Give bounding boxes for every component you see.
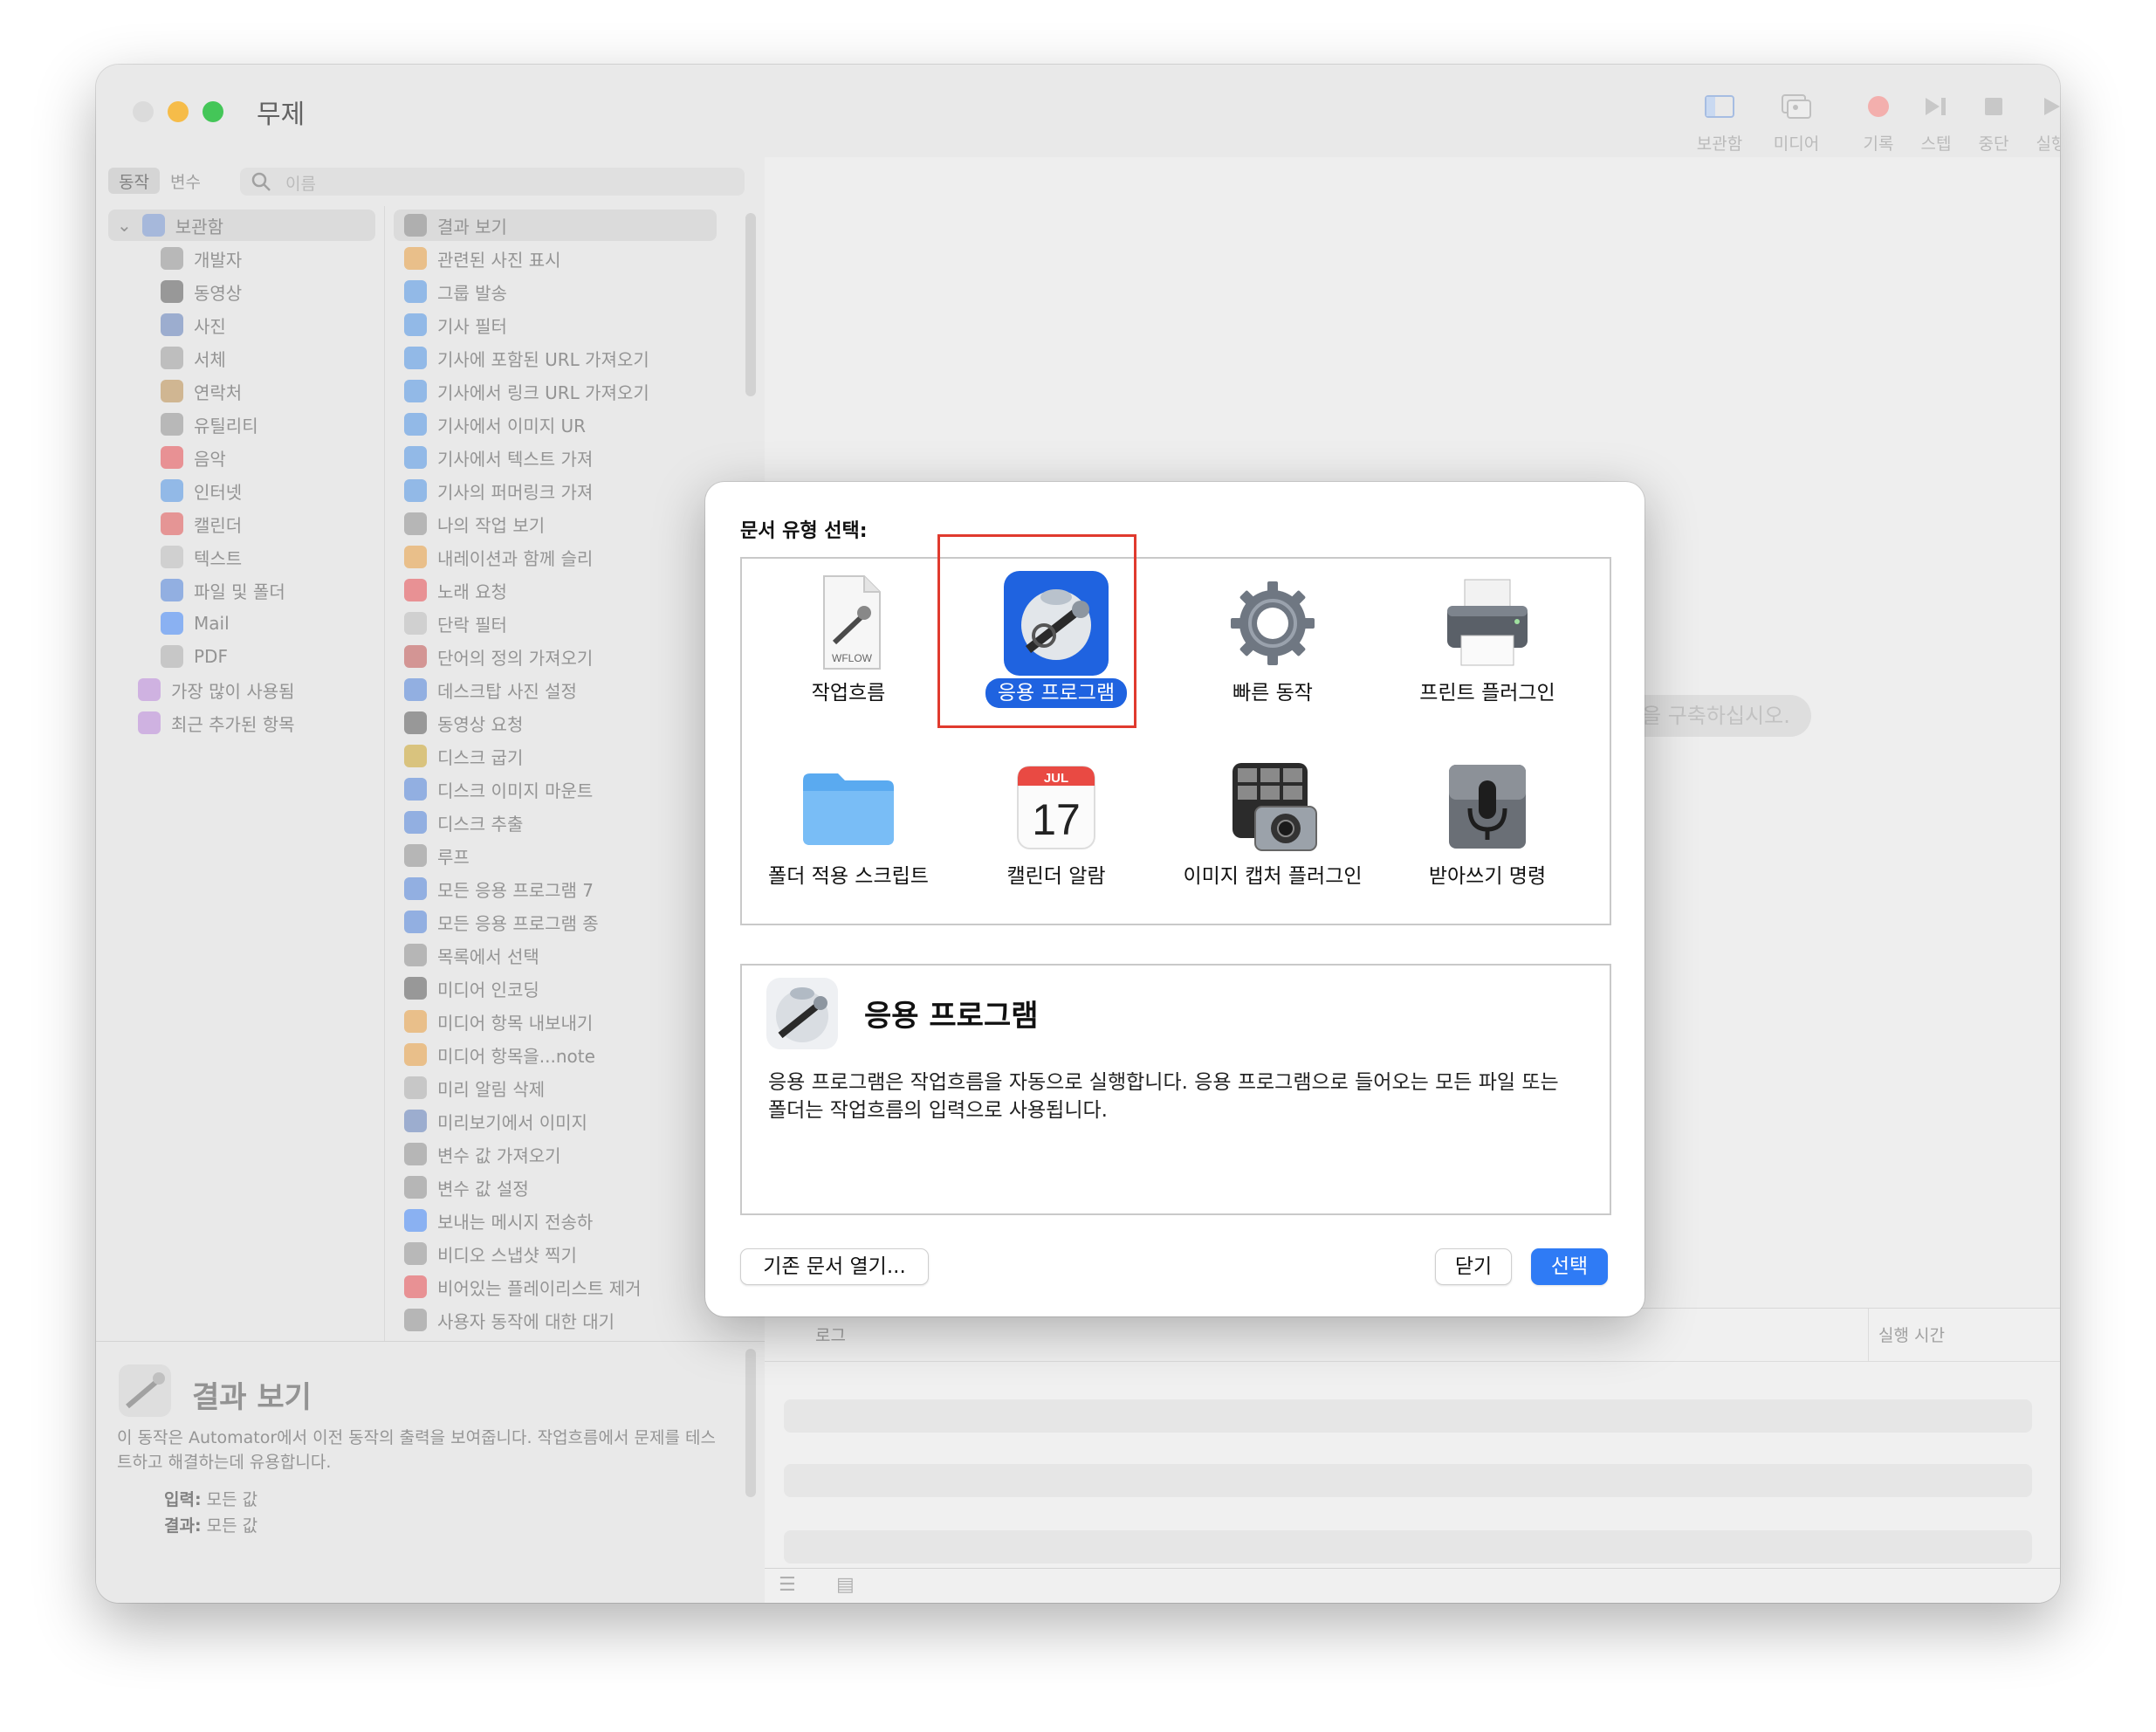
workflow-badge: WFLOW xyxy=(832,652,873,664)
highlight-frame xyxy=(937,534,1136,728)
open-existing-document-button[interactable]: 기존 문서 열기... xyxy=(740,1248,929,1285)
type-image-capture-plugin[interactable]: 이미지 캡처 플러그인 xyxy=(1168,746,1377,911)
type-dictation-command[interactable]: 받아쓰기 명령 xyxy=(1383,746,1592,911)
info-title: 응용 프로그램 xyxy=(864,999,1039,1034)
calendar-icon: JUL 17 xyxy=(1004,754,1109,859)
calendar-month: JUL xyxy=(1044,771,1068,786)
automator-window: 무제 보관함 미디어 기록 스텝 중단 실행 동작 변수 이름 ⌄ 보관함 개발… xyxy=(96,65,2060,1603)
document-type-grid: WFLOW 작업흐름 응용 프로그램 빠른 동작 프린트 플러그인 폴더 적용 … xyxy=(740,557,1611,925)
type-quick-action-label: 빠른 동작 xyxy=(1232,682,1313,704)
choose-button[interactable]: 선택 xyxy=(1531,1248,1608,1285)
calendar-day: 17 xyxy=(1032,795,1081,844)
printer-icon xyxy=(1435,571,1540,676)
type-calendar-alarm-label: 캘린더 알람 xyxy=(1006,865,1106,888)
microphone-icon xyxy=(1435,754,1540,859)
type-print-plugin[interactable]: 프린트 플러그인 xyxy=(1383,562,1592,728)
folder-icon xyxy=(796,754,901,859)
type-print-plugin-label: 프린트 플러그인 xyxy=(1419,682,1555,704)
type-info-box: 응용 프로그램 응용 프로그램은 작업흐름을 자동으로 실행합니다. 응용 프로… xyxy=(740,964,1611,1215)
type-quick-action[interactable]: 빠른 동작 xyxy=(1168,562,1377,728)
document-type-dialog: 문서 유형 선택: WFLOW 작업흐름 응용 프로그램 빠른 동작 프린트 플… xyxy=(705,482,1644,1316)
type-calendar-alarm[interactable]: JUL 17 캘린더 알람 xyxy=(951,746,1161,911)
automator-application-icon xyxy=(763,974,841,1053)
image-capture-icon xyxy=(1220,754,1325,859)
type-workflow-label: 작업흐름 xyxy=(811,682,886,704)
gear-icon xyxy=(1220,571,1325,676)
info-text: 응용 프로그램은 작업흐름을 자동으로 실행합니다. 응용 프로그램으로 들어오… xyxy=(768,1071,1559,1122)
type-workflow[interactable]: WFLOW 작업흐름 xyxy=(744,562,953,728)
workflow-document-icon: WFLOW xyxy=(796,571,901,676)
dialog-label: 문서 유형 선택: xyxy=(740,520,868,542)
type-dictation-command-label: 받아쓰기 명령 xyxy=(1428,865,1547,888)
close-button[interactable]: 닫기 xyxy=(1435,1248,1512,1285)
type-image-capture-plugin-label: 이미지 캡처 플러그인 xyxy=(1183,865,1363,888)
type-folder-action-label: 폴더 적용 스크립트 xyxy=(768,865,929,888)
type-folder-action[interactable]: 폴더 적용 스크립트 xyxy=(744,746,953,911)
